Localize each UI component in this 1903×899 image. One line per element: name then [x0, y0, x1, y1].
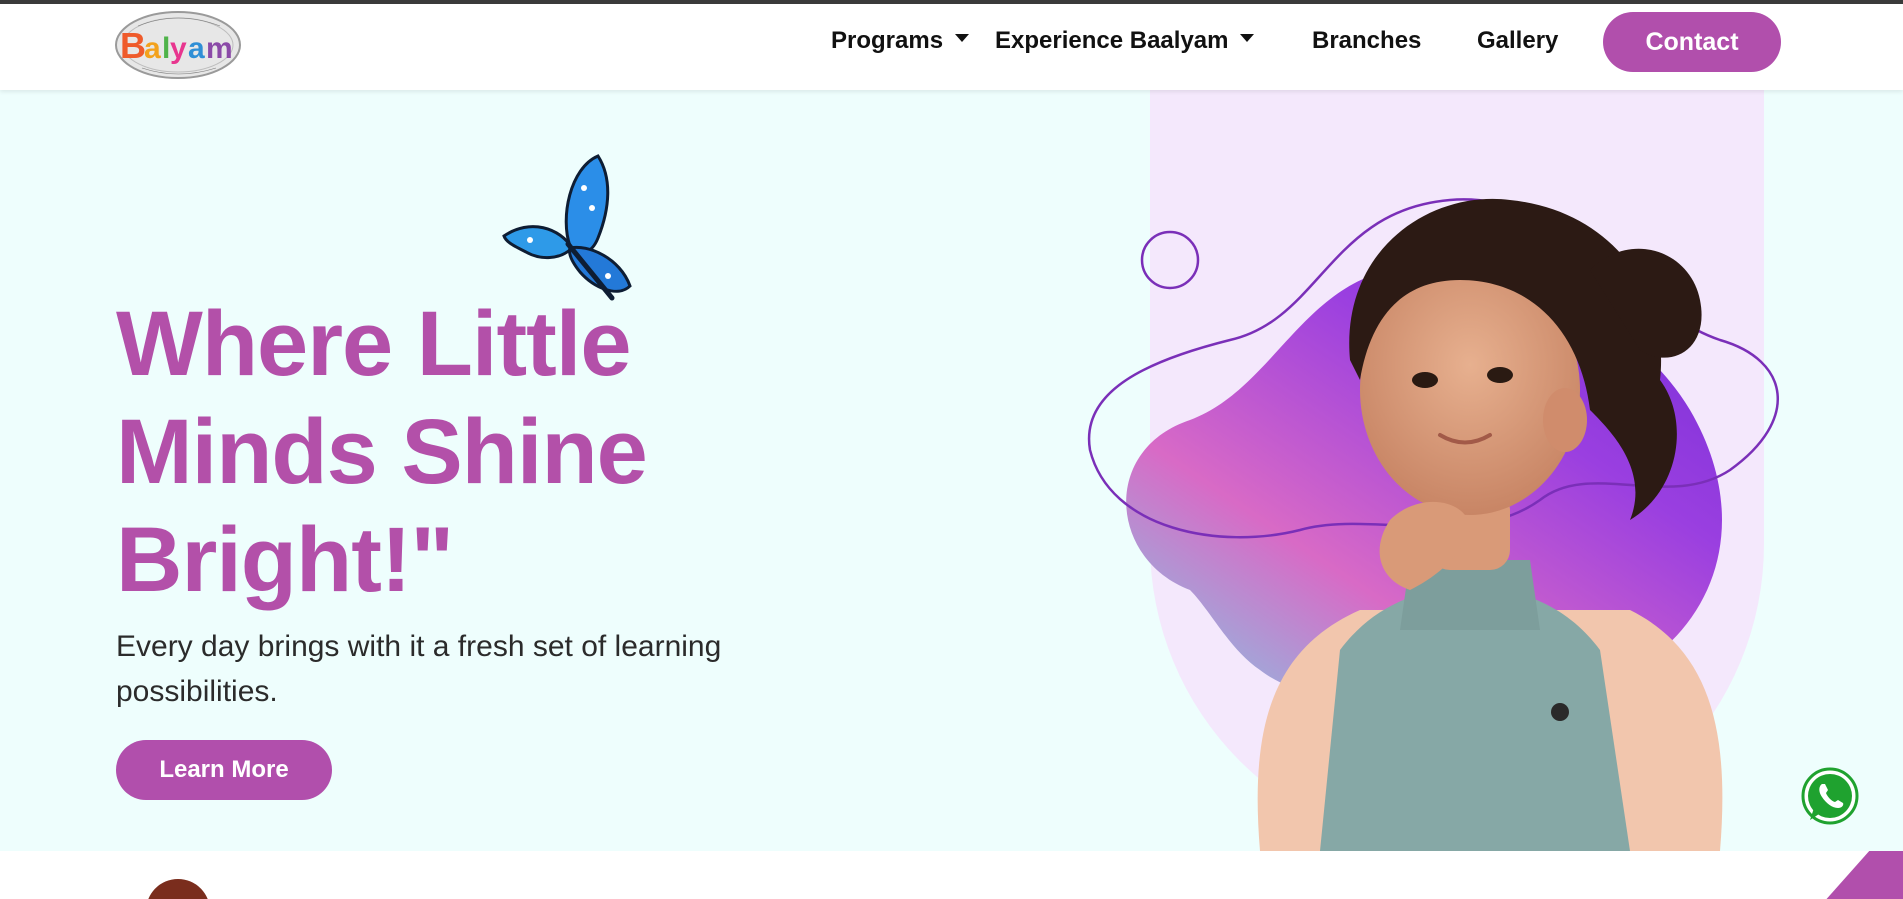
nav-programs-label: Programs [831, 27, 944, 54]
nav-experience-label: Experience Baalyam [995, 27, 1229, 54]
learn-more-button[interactable]: Learn More [116, 740, 332, 800]
child-illustration [1087, 198, 1780, 851]
hero-illustration [1070, 90, 1810, 851]
page: B a l y a m Programs Experience Baalyam … [0, 0, 1903, 899]
section-icon [146, 879, 210, 899]
chevron-down-icon [1240, 33, 1255, 42]
butterfly-icon [500, 148, 645, 303]
hero-title: Where Little Minds Shine Bright!" [116, 290, 756, 614]
nav-programs[interactable]: Programs [831, 24, 970, 58]
hero-title-line-1: Where Little [116, 293, 631, 395]
contact-button[interactable]: Contact [1603, 12, 1781, 72]
hero-section: Where Little Minds Shine Bright!" Every … [0, 90, 1903, 851]
next-section [0, 851, 1903, 899]
site-header: B a l y a m Programs Experience Baalyam … [0, 4, 1903, 90]
corner-decoration [1826, 851, 1903, 899]
nav-gallery[interactable]: Gallery [1477, 24, 1558, 58]
nav-gallery-label: Gallery [1477, 27, 1559, 54]
hero-title-line-3: Bright!" [116, 509, 454, 611]
nav-branches[interactable]: Branches [1312, 24, 1421, 58]
hero-subtitle: Every day brings with it a fresh set of … [116, 630, 722, 708]
whatsapp-icon[interactable] [1800, 766, 1860, 826]
nav-branches-label: Branches [1312, 27, 1422, 54]
chevron-down-icon [955, 33, 970, 42]
nav-experience-baalyam[interactable]: Experience Baalyam [995, 24, 1255, 58]
hero-title-line-2: Minds Shine [116, 401, 648, 503]
